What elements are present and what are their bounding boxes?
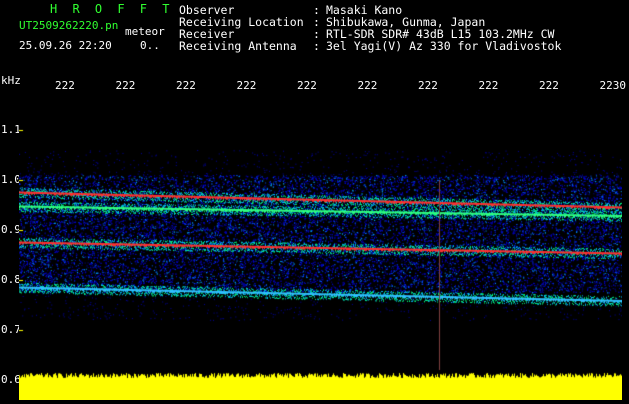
x-tick-label: 222: [236, 79, 257, 92]
spectrogram-canvas: [19, 96, 622, 400]
app-name: H R O F F T: [50, 2, 174, 16]
x-tick-label: 222: [55, 79, 75, 92]
datetime: 25.09.26 22:20: [19, 39, 112, 52]
antenna-label: Receiving Antenna: [179, 39, 297, 53]
y-axis-unit: kHz: [1, 74, 21, 87]
x-tick-label: 222: [478, 79, 499, 92]
counter: 0..: [140, 39, 160, 52]
y-tick-label: 1.0: [1, 173, 21, 186]
x-tick-label: 222: [357, 79, 378, 92]
y-tick-label: 0.6: [1, 373, 21, 386]
y-tick-label: 0.8: [1, 273, 21, 286]
x-tick-label: 222: [176, 79, 196, 92]
file-type: meteor: [125, 25, 165, 38]
x-tick-label: 2230: [599, 79, 627, 92]
y-tick-label: 0.9: [1, 223, 21, 236]
x-tick-label: 222: [418, 79, 438, 92]
antenna-value: 3el Yagi(V) Az 330 for Vladivostok: [326, 39, 562, 53]
x-tick-label: 222: [115, 79, 136, 92]
y-tick-label: 0.7: [1, 323, 21, 336]
spectrogram: [19, 96, 622, 400]
x-tick-label: 222: [539, 79, 559, 92]
filename: UT2509262220.pn: [19, 19, 119, 32]
y-tick-label: 1.1: [1, 123, 21, 136]
antenna-sep: :: [313, 39, 320, 53]
x-tick-label: 222: [297, 79, 317, 92]
